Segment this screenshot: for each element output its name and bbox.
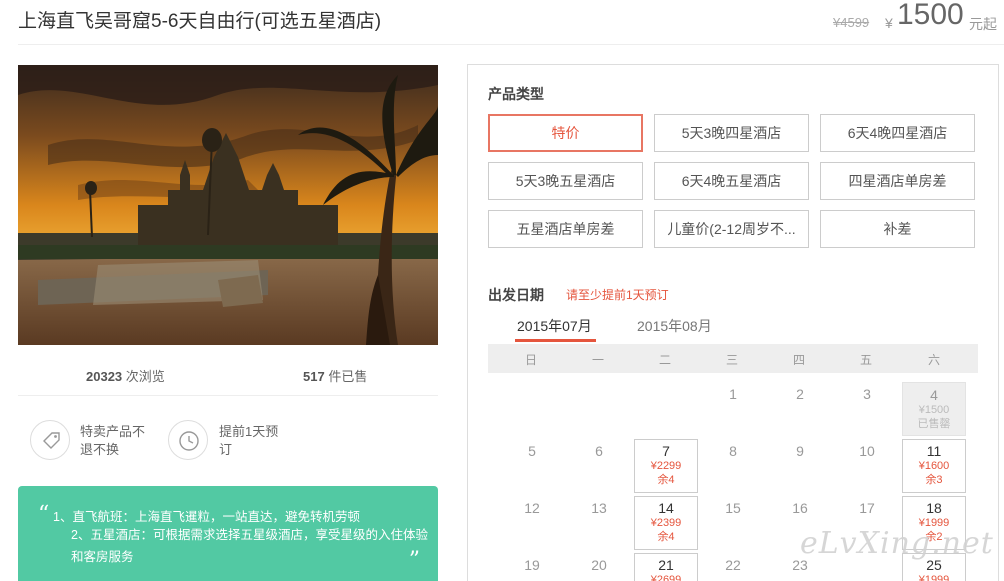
product-type-option[interactable]: 5天3晚四星酒店 [654, 114, 809, 152]
calendar-day: 2 [796, 386, 804, 402]
open-quote-icon: “ [38, 502, 50, 527]
calendar-day-available[interactable]: 11 ¥1600 余3 [902, 439, 966, 493]
angkor-sunset-image [18, 65, 438, 345]
weekday-label: 三 [726, 353, 739, 367]
current-price: 1500 [897, 0, 964, 31]
stats-divider [18, 395, 438, 396]
product-type-option[interactable]: 6天4晚五星酒店 [654, 162, 809, 200]
calendar-day: 13 [591, 500, 607, 516]
promo-line: 2、五星酒店：可根据需求选择五星级酒店，享受星级的入住体验 [71, 528, 428, 542]
calendar-day: 10 [859, 443, 875, 459]
promo-highlights: “ 1、直飞航班：上海直飞暹粒，一站直达，避免转机劳顿 2、五星酒店：可根据需求… [18, 486, 438, 581]
calendar-day: 15 [725, 500, 741, 516]
currency-symbol: ¥ [885, 15, 893, 31]
product-type-option[interactable]: 五星酒店单房差 [488, 210, 643, 248]
product-type-option[interactable]: 6天4晚四星酒店 [820, 114, 975, 152]
sold-label: 件已售 [328, 369, 368, 384]
sold-stat: 517 件已售 [303, 366, 367, 385]
calendar-day: 6 [595, 443, 603, 459]
sold-count: 517 [303, 369, 325, 384]
calendar-day: 3 [863, 386, 871, 402]
calendar-day-available[interactable]: 7 ¥2299 余4 [634, 439, 698, 493]
close-quote-icon: ” [408, 548, 420, 573]
calendar-day-available[interactable]: 14 ¥2399 余4 [634, 496, 698, 550]
weekday-label: 六 [928, 353, 941, 367]
weekday-label: 二 [659, 353, 672, 367]
original-price: ¥4599 [833, 15, 870, 30]
calendar-day: 5 [528, 443, 536, 459]
departure-hint: 请至少提前1天预订 [566, 288, 669, 302]
site-watermark: eLvXing.net [800, 526, 994, 561]
product-type-option[interactable]: 儿童价(2-12周岁不... [654, 210, 809, 248]
clock-icon [168, 420, 208, 460]
calendar-day: 19 [524, 557, 540, 573]
active-month-indicator [515, 339, 596, 342]
product-type-option[interactable]: 5天3晚五星酒店 [488, 162, 643, 200]
tag-icon [30, 420, 70, 460]
month-tab-july[interactable]: 2015年07月 [517, 316, 592, 336]
weekday-label: 日 [525, 353, 538, 367]
calendar-day: 20 [591, 557, 607, 573]
product-type-title: 产品类型 [488, 86, 544, 102]
calendar-day-available[interactable]: 21 ¥2699 [634, 553, 698, 581]
calendar-day: 8 [729, 443, 737, 459]
feature-no-refund: 特卖产品不 退不换 [80, 424, 146, 457]
product-title: 上海直飞吴哥窟5-6天自由行(可选五星酒店) [18, 11, 382, 32]
product-type-option[interactable]: 特价 [488, 114, 643, 152]
calendar-day: 22 [725, 557, 741, 573]
views-label: 次浏览 [125, 369, 165, 384]
calendar-day-sold-out: 4 ¥1500 已售罄 [902, 382, 966, 436]
calendar-day: 12 [524, 500, 540, 516]
feature-advance-booking: 提前1天预 订 [219, 424, 279, 457]
weekday-label: 五 [860, 353, 873, 367]
month-tab-august[interactable]: 2015年08月 [637, 316, 712, 336]
price-unit: 元起 [969, 16, 997, 32]
departure-date-title: 出发日期 [488, 287, 544, 303]
weekday-label: 一 [592, 353, 605, 367]
views-stat: 20323 次浏览 [86, 366, 165, 385]
promo-line: 和客房服务 [71, 550, 134, 564]
product-type-option[interactable]: 补差 [820, 210, 975, 248]
calendar-day: 1 [729, 386, 737, 402]
product-hero-image[interactable] [18, 65, 438, 345]
weekday-label: 四 [793, 353, 806, 367]
calendar-day: 9 [796, 443, 804, 459]
header-divider [18, 44, 1004, 45]
product-type-option[interactable]: 四星酒店单房差 [820, 162, 975, 200]
views-count: 20323 [86, 369, 123, 384]
